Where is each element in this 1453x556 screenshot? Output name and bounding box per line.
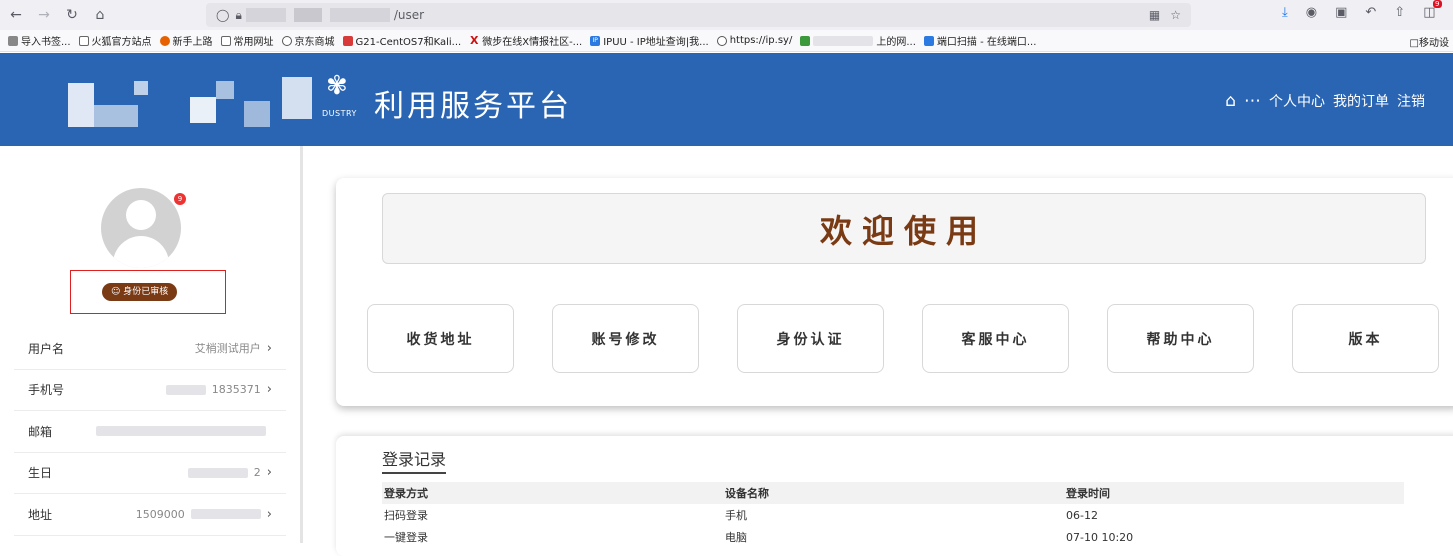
- bookmark-item[interactable]: 新手上路: [159, 33, 213, 48]
- forward-arrow-icon[interactable]: →: [32, 3, 56, 27]
- customer-service-button[interactable]: 客服中心: [922, 304, 1069, 373]
- table-row: 扫码登录 手机 06-12: [384, 508, 1098, 523]
- globe-icon: [281, 35, 292, 46]
- help-center-button[interactable]: 帮助中心: [1107, 304, 1254, 373]
- shield-icon: [342, 35, 353, 46]
- welcome-card: 欢迎使用 收货地址 账号修改 身份认证 客服中心 帮助中心 版本: [336, 178, 1453, 406]
- profile-row-birthday[interactable]: 生日 2 ›: [14, 453, 286, 494]
- bookmark-item[interactable]: https://ip.sy/: [716, 35, 792, 46]
- profile-info-list: 用户名 艾梢测试用户 › 手机号 1835371 › 邮箱 生日 2 › 地址 150…: [14, 328, 286, 536]
- profile-row-username[interactable]: 用户名 艾梢测试用户 ›: [14, 328, 286, 370]
- chevron-right-icon: ›: [266, 340, 272, 356]
- welcome-banner: 欢迎使用: [382, 193, 1426, 264]
- avatar[interactable]: [101, 188, 181, 268]
- x-icon: X: [469, 33, 479, 47]
- column-header: 设备名称: [723, 482, 1064, 504]
- logo: [68, 77, 338, 137]
- column-header: 登录时间: [1064, 482, 1404, 504]
- user-check-icon: ☺: [111, 287, 121, 297]
- scan-icon: [923, 35, 934, 46]
- folder-icon: [220, 35, 231, 46]
- bookmark-item[interactable]: 端口扫描 - 在线端口...: [923, 33, 1036, 48]
- logo-subtext: DUSTRY: [322, 109, 357, 118]
- column-header: 登录方式: [382, 482, 723, 504]
- home-browser-icon[interactable]: ⌂: [88, 3, 112, 27]
- chevron-right-icon: ›: [266, 506, 272, 522]
- crop-icon[interactable]: ▣: [1335, 5, 1347, 20]
- qr-code-icon[interactable]: ▦: [1149, 8, 1160, 22]
- profile-row-email[interactable]: 邮箱: [14, 411, 286, 453]
- account-edit-button[interactable]: 账号修改: [552, 304, 699, 373]
- profile-sidebar: 9 ☺ 身份已审核 用户名 艾梢测试用户 › 手机号 1835371 › 邮箱 生日…: [0, 146, 303, 543]
- bookmark-item[interactable]: 上的网...: [800, 33, 916, 48]
- share-icon[interactable]: ⇧: [1394, 5, 1405, 20]
- site-header: ✾ DUSTRY 利用服务平台 ⌂ ⋯ 个人中心 我的订单 注销: [0, 53, 1453, 146]
- bookmark-item[interactable]: 常用网址: [220, 33, 274, 48]
- identity-verification-button[interactable]: 身份认证: [737, 304, 884, 373]
- globe-icon: [716, 35, 727, 46]
- folder-icon: [78, 35, 89, 46]
- bookmark-item[interactable]: X 微步在线X情报社区-...: [469, 33, 582, 49]
- browser-toolbar: ← → ↻ ⌂ ◯ 🔒︎ /user ▦ ☆ ⤓ ◉ ▣ ↶ ⇧ ◫ 9: [0, 0, 1453, 30]
- notification-badge[interactable]: 9: [174, 193, 186, 205]
- profile-row-phone[interactable]: 手机号 1835371 ›: [14, 370, 286, 411]
- site-title: 利用服务平台: [374, 89, 572, 124]
- login-log-table: 登录方式 设备名称 登录时间 扫码登录 手机 06-12 一键登录 电脑 07-…: [382, 482, 1404, 548]
- import-icon: [8, 35, 18, 46]
- table-row: 一键登录 电脑 07-10 10:20: [384, 530, 1134, 545]
- chevron-right-icon: ›: [266, 465, 272, 481]
- shipping-address-button[interactable]: 收货地址: [367, 304, 514, 373]
- login-log-title: 登录记录: [382, 446, 447, 474]
- home-icon[interactable]: ⌂: [1225, 91, 1236, 111]
- mobile-bookmarks[interactable]: □移动设: [1410, 34, 1449, 49]
- login-log-card: 登录记录 登录方式 设备名称 登录时间 扫码登录 手机 06-12 一键登录 电…: [336, 436, 1453, 556]
- address-bar[interactable]: ◯ 🔒︎ /user ▦ ☆: [206, 3, 1191, 27]
- nav-personal-center[interactable]: 个人中心: [1269, 91, 1325, 111]
- logo-mark-icon: ✾: [326, 71, 348, 101]
- extensions-badge: 9: [1433, 0, 1442, 8]
- version-button[interactable]: 版本: [1292, 304, 1439, 373]
- profile-row-address[interactable]: 地址 1509000 ›: [14, 494, 286, 536]
- bookmark-item[interactable]: G21-CentOS7和Kali...: [342, 33, 461, 48]
- extensions-icon[interactable]: ◫ 9: [1423, 0, 1442, 20]
- chevron-right-icon: ›: [266, 382, 272, 398]
- map-icon: [800, 35, 811, 46]
- lock-icon: 🔒︎: [235, 7, 242, 22]
- firefox-icon: [159, 35, 170, 46]
- bookmark-item[interactable]: 火狐官方站点: [78, 33, 152, 48]
- bookmark-item[interactable]: 导入书签...: [8, 33, 71, 48]
- bookmark-item[interactable]: IP IPUU - IP地址查询|我...: [590, 33, 709, 48]
- verified-status-badge: ☺ 身份已审核: [102, 283, 178, 301]
- download-icon[interactable]: ⤓: [1282, 5, 1288, 20]
- nav-logout[interactable]: 注销: [1397, 91, 1425, 111]
- undo-icon[interactable]: ↶: [1365, 5, 1376, 20]
- table-header-row: 登录方式 设备名称 登录时间: [382, 482, 1404, 504]
- more-icon[interactable]: ⋯: [1244, 91, 1261, 111]
- verification-highlight: ☺ 身份已审核: [70, 270, 226, 314]
- reload-icon[interactable]: ↻: [60, 3, 84, 27]
- star-icon[interactable]: ☆: [1170, 8, 1181, 22]
- account-icon[interactable]: ◉: [1306, 5, 1317, 20]
- bookmark-item[interactable]: 京东商城: [281, 33, 335, 48]
- ip-icon: IP: [590, 35, 601, 46]
- back-arrow-icon[interactable]: ←: [4, 3, 28, 27]
- shield-icon: ◯: [216, 8, 230, 22]
- nav-my-orders[interactable]: 我的订单: [1333, 91, 1389, 111]
- bookmarks-bar: 导入书签... 火狐官方站点 新手上路 常用网址 京东商城 G21-CentOS…: [0, 30, 1453, 52]
- header-nav: ⌂ ⋯ 个人中心 我的订单 注销: [1225, 91, 1425, 111]
- address-path: /user: [393, 8, 425, 22]
